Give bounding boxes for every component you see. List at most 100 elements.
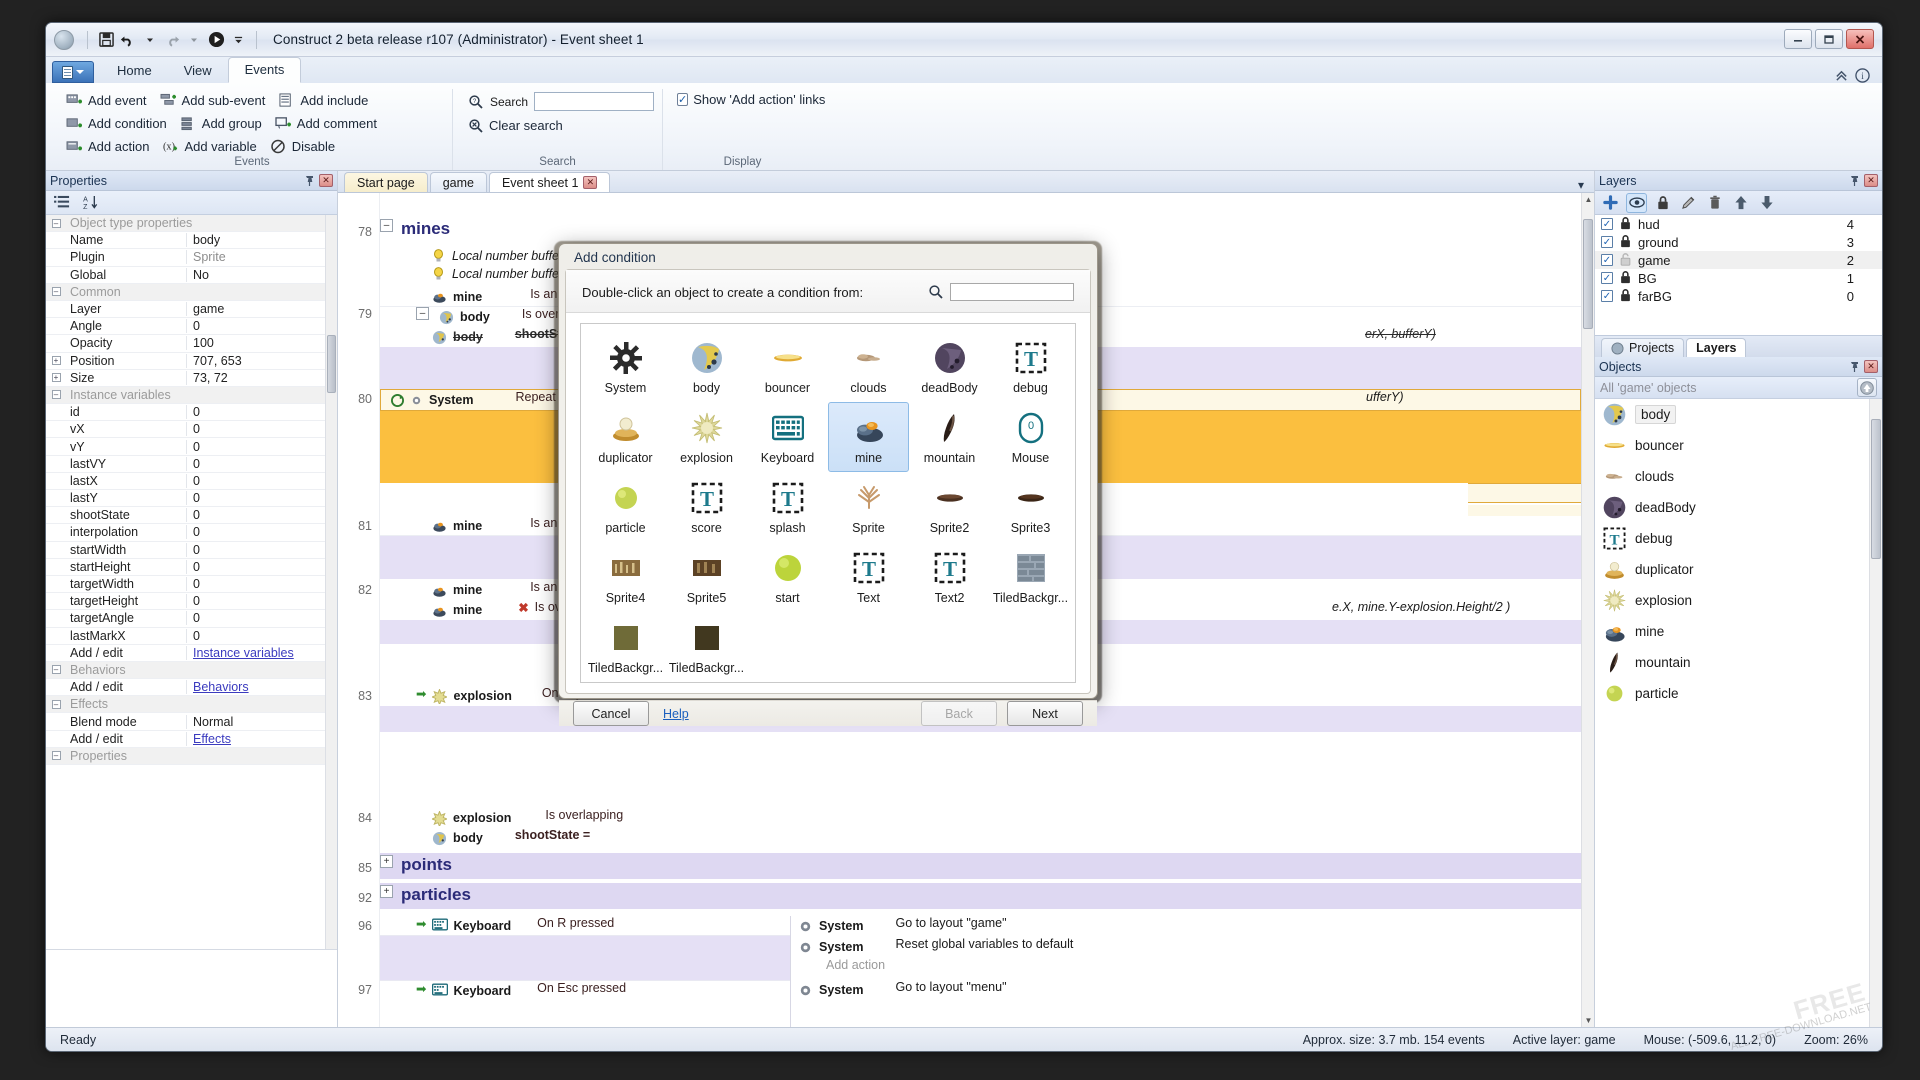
object-list-item[interactable]: explosion: [1595, 585, 1882, 616]
property-value[interactable]: 0: [186, 629, 337, 643]
object-list-item[interactable]: mountain: [1595, 647, 1882, 678]
group-collapse-icon[interactable]: –: [46, 390, 66, 399]
add-event-button[interactable]: Add event: [62, 89, 156, 112]
dialog-search-input[interactable]: [950, 283, 1074, 301]
add-include-button[interactable]: Add include: [274, 89, 377, 112]
unlock-icon[interactable]: [1619, 252, 1632, 269]
property-value[interactable]: Effects: [186, 732, 337, 746]
dialog-object-grid[interactable]: SystembodybouncercloudsdeadBodyTdebugdup…: [581, 324, 1075, 682]
dialog-object-cell[interactable]: Sprite2: [909, 472, 990, 542]
property-row[interactable]: Add / editEffects: [46, 731, 337, 748]
property-group-header[interactable]: –Behaviors: [46, 662, 337, 679]
tab-start-page[interactable]: Start page: [344, 172, 428, 192]
event-condition-row[interactable]: explosion Is overlapping: [380, 808, 1581, 828]
property-row[interactable]: lastVY0: [46, 456, 337, 473]
layer-visible-checkbox[interactable]: ✓: [1601, 254, 1613, 266]
property-value[interactable]: 100: [186, 336, 337, 350]
dialog-object-cell[interactable]: Tsplash: [747, 472, 828, 542]
dialog-object-cell[interactable]: Tdebug: [990, 332, 1071, 402]
quick-access-more-icon[interactable]: [228, 30, 248, 50]
property-value[interactable]: 0: [186, 594, 337, 608]
layer-row[interactable]: ✓farBG0: [1595, 287, 1882, 305]
dialog-object-cell[interactable]: body: [666, 332, 747, 402]
property-row[interactable]: Add / editInstance variables: [46, 645, 337, 662]
layer-row[interactable]: ✓ground3: [1595, 233, 1882, 251]
property-value[interactable]: 707, 653: [186, 354, 337, 368]
property-group-header[interactable]: –Instance variables: [46, 387, 337, 404]
lock-icon[interactable]: [1619, 270, 1632, 287]
property-group-header[interactable]: –Effects: [46, 696, 337, 713]
dialog-object-cell[interactable]: explosion: [666, 402, 747, 472]
property-group-header[interactable]: –Common: [46, 284, 337, 301]
layer-visible-checkbox[interactable]: ✓: [1601, 218, 1613, 230]
redo-dropdown-icon[interactable]: [184, 30, 204, 50]
object-list-item[interactable]: clouds: [1595, 461, 1882, 492]
search-input[interactable]: [534, 92, 654, 111]
property-row[interactable]: startWidth0: [46, 542, 337, 559]
scroll-down-icon[interactable]: ▼: [1582, 1014, 1594, 1027]
property-row[interactable]: targetHeight0: [46, 593, 337, 610]
group-expander-icon[interactable]: –: [380, 219, 393, 232]
property-group-header[interactable]: –Properties: [46, 748, 337, 765]
group-expander-icon[interactable]: +: [380, 885, 393, 898]
property-row[interactable]: +Position707, 653: [46, 353, 337, 370]
minimize-button[interactable]: [1784, 29, 1812, 49]
event-action-row[interactable]: System Reset global variables to default: [798, 937, 1581, 957]
object-list-item[interactable]: mine: [1595, 616, 1882, 647]
tab-game-layout[interactable]: game: [430, 172, 487, 192]
categorized-view-icon[interactable]: [54, 195, 71, 210]
undo-icon[interactable]: [118, 30, 138, 50]
property-value[interactable]: 0: [186, 319, 337, 333]
redo-icon[interactable]: [162, 30, 182, 50]
undo-dropdown-icon[interactable]: [140, 30, 160, 50]
property-row[interactable]: targetWidth0: [46, 576, 337, 593]
tab-layers[interactable]: Layers: [1686, 338, 1746, 357]
property-value[interactable]: 0: [186, 508, 337, 522]
property-value[interactable]: Normal: [186, 715, 337, 729]
event-condition-row[interactable]: ➡ Keyboard On Esc pressed: [380, 980, 790, 1000]
lock-icon[interactable]: [1652, 193, 1673, 213]
dialog-object-cell[interactable]: TiledBackgr...: [666, 612, 747, 682]
pencil-icon[interactable]: [1678, 193, 1699, 213]
add-layer-icon[interactable]: [1600, 193, 1621, 213]
property-value[interactable]: 0: [186, 491, 337, 505]
layer-row[interactable]: ✓game2: [1595, 251, 1882, 269]
group-collapse-icon[interactable]: –: [46, 665, 66, 674]
application-menu-button[interactable]: [52, 61, 94, 83]
properties-scrollbar[interactable]: [325, 215, 337, 949]
pin-icon[interactable]: [1849, 361, 1860, 373]
layer-row[interactable]: ✓BG1: [1595, 269, 1882, 287]
property-row[interactable]: PluginSprite: [46, 249, 337, 266]
property-row[interactable]: GlobalNo: [46, 267, 337, 284]
layers-close-button[interactable]: ✕: [1864, 174, 1878, 187]
help-link[interactable]: Help: [663, 707, 689, 721]
property-row[interactable]: +Size73, 72: [46, 370, 337, 387]
objects-scroll-thumb[interactable]: [1871, 419, 1881, 559]
property-row[interactable]: Angle0: [46, 318, 337, 335]
property-link[interactable]: Effects: [193, 732, 231, 746]
event-condition-row[interactable]: body shootState =: [380, 828, 1581, 848]
tab-view[interactable]: View: [168, 59, 228, 83]
property-value[interactable]: 0: [186, 611, 337, 625]
go-up-folder-icon[interactable]: [1857, 378, 1877, 397]
add-action-link[interactable]: Add action: [798, 958, 1581, 976]
ribbon-collapse-icon[interactable]: [1835, 69, 1848, 82]
show-add-action-checkbox[interactable]: ✓: [677, 93, 688, 106]
add-comment-button[interactable]: Add comment: [271, 112, 386, 135]
objects-list[interactable]: bodybouncercloudsdeadBodyTdebugduplicato…: [1595, 399, 1882, 1027]
dialog-object-cell[interactable]: bouncer: [747, 332, 828, 402]
dialog-object-cell[interactable]: clouds: [828, 332, 909, 402]
scroll-up-icon[interactable]: ▲: [1582, 193, 1594, 206]
clear-search-button[interactable]: Clear search: [463, 114, 652, 137]
run-icon[interactable]: [206, 30, 226, 50]
property-value[interactable]: 73, 72: [186, 371, 337, 385]
dialog-object-cell[interactable]: TText2: [909, 542, 990, 612]
object-list-item[interactable]: body: [1595, 399, 1882, 430]
layer-visible-checkbox[interactable]: ✓: [1601, 290, 1613, 302]
property-row[interactable]: id0: [46, 404, 337, 421]
dialog-object-cell[interactable]: Keyboard: [747, 402, 828, 472]
dialog-object-cell[interactable]: Sprite3: [990, 472, 1071, 542]
object-list-item[interactable]: particle: [1595, 678, 1882, 709]
dialog-object-cell[interactable]: mine: [828, 402, 909, 472]
property-row[interactable]: lastX0: [46, 473, 337, 490]
